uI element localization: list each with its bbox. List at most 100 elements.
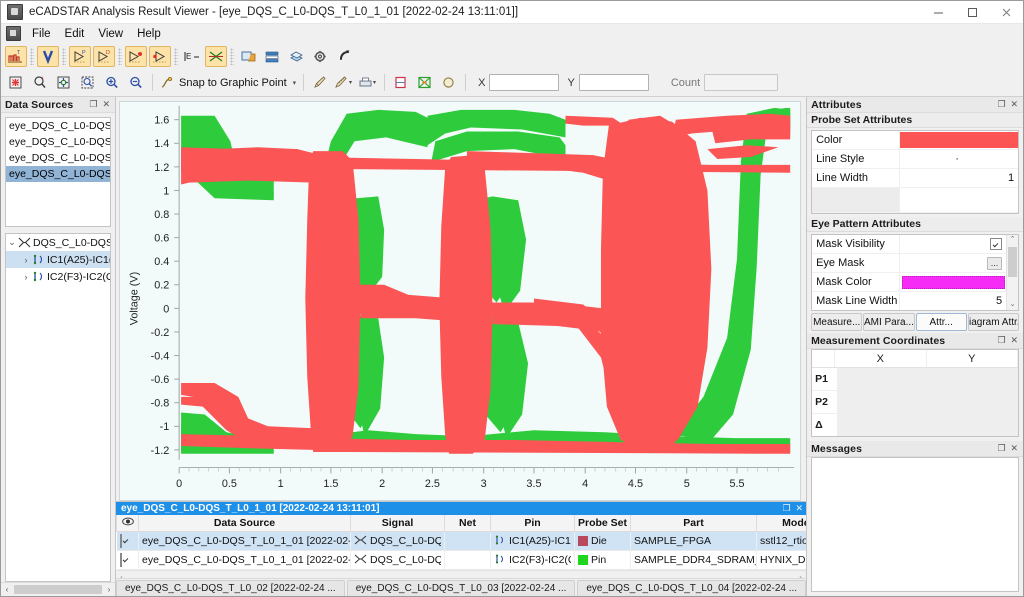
layers-view-icon[interactable]: [285, 46, 307, 67]
data-sources-close-icon[interactable]: ✕: [102, 99, 110, 110]
eye-diagram-plot-area[interactable]: 1.6 1.4 1.2 1 0.8 0.6 0.4 0.2 0 -0.2 -0.…: [116, 97, 806, 501]
column-header-signal[interactable]: Signal: [351, 515, 445, 532]
eye-pattern-attributes-table[interactable]: Mask Visibility Eye Mask ... Mask Color: [811, 234, 1019, 311]
dock-close-icon[interactable]: ✕: [796, 503, 804, 514]
eye-mask-browse-button[interactable]: ...: [987, 257, 1002, 270]
attr-value-mask-line-width[interactable]: 5: [900, 292, 1018, 310]
chevron-down-icon[interactable]: ▾: [293, 79, 297, 87]
probe-p-diagram-icon[interactable]: P: [69, 46, 91, 67]
attr-row-mask-color[interactable]: Mask Color: [812, 273, 1018, 292]
data-sources-list[interactable]: eye_DQS_C_L0-DQS_T_L... eye_DQS_C_L0-DQS…: [5, 117, 111, 227]
measurement-p1-y[interactable]: [928, 368, 1018, 390]
list-item[interactable]: eye_DQS_C_L0-DQS_T_L...: [6, 134, 110, 150]
zoom-select-icon[interactable]: !: [29, 72, 51, 93]
measurement-coordinates-table[interactable]: X Y P1 P2 Δ: [811, 349, 1019, 437]
mask-visibility-checkbox[interactable]: [990, 238, 1002, 250]
pan-icon[interactable]: [53, 72, 75, 93]
minimize-button[interactable]: [921, 1, 955, 23]
data-sources-float-icon[interactable]: ❐: [89, 99, 97, 110]
column-header-part[interactable]: Part: [631, 515, 757, 532]
measurement-p2-y[interactable]: [928, 391, 1018, 413]
mask-color-swatch[interactable]: [902, 276, 1005, 289]
attr-row-mask-line-width[interactable]: Mask Line Width 5: [812, 292, 1018, 310]
measurement-row-p1[interactable]: P1: [812, 368, 1018, 391]
probe-d-diagram-icon[interactable]: D: [93, 46, 115, 67]
row-visibility-checkbox[interactable]: [117, 551, 139, 570]
close-button[interactable]: [989, 1, 1023, 23]
attr-value-eye-mask[interactable]: ...: [900, 254, 1018, 272]
measure-ruler-icon[interactable]: [333, 72, 355, 93]
scroll-left-arrow-icon[interactable]: ‹: [1, 585, 13, 594]
fit-all-icon[interactable]: [5, 72, 27, 93]
attr-value-line-width[interactable]: 1: [900, 169, 1018, 187]
attributes-float-icon[interactable]: ❐: [997, 99, 1005, 110]
attr-value-mask-color[interactable]: [900, 273, 1018, 291]
measurement-row-delta[interactable]: Δ: [812, 414, 1018, 436]
measurement-float-icon[interactable]: ❐: [997, 335, 1005, 346]
measurement-row-p2[interactable]: P2: [812, 391, 1018, 414]
undo-icon[interactable]: [333, 46, 355, 67]
scroll-thumb[interactable]: [1008, 247, 1017, 277]
attr-row-eye-mask[interactable]: Eye Mask ...: [812, 254, 1018, 273]
gear-icon[interactable]: [309, 46, 331, 67]
tab-measure[interactable]: Measure...: [811, 313, 862, 331]
tab-diagram-attributes[interactable]: Diagram Attr...: [968, 313, 1019, 331]
scroll-down-arrow-icon[interactable]: ⌄: [1010, 300, 1016, 310]
list-item-selected[interactable]: eye_DQS_C_L0-DQS_T_L...: [6, 166, 110, 182]
table-row[interactable]: eye_DQS_C_L0-DQS_T_L0_1_01 [2022-02-24 1…: [117, 532, 881, 551]
row-visibility-checkbox[interactable]: [117, 532, 139, 551]
eye-diagram-canvas[interactable]: 1.6 1.4 1.2 1 0.8 0.6 0.4 0.2 0 -0.2 -0.…: [119, 101, 801, 501]
measurement-p2-x[interactable]: [838, 391, 928, 413]
attr-value-color[interactable]: [900, 131, 1018, 149]
visibility-column-header[interactable]: [117, 515, 139, 532]
tree-item-probe-ic1[interactable]: › IC1(A25)-IC1(A2: [6, 251, 110, 268]
data-sources-hscrollbar[interactable]: ‹ ›: [1, 582, 115, 596]
eye-measure-icon[interactable]: E: [181, 46, 203, 67]
menu-file[interactable]: File: [25, 26, 58, 42]
measurement-p1-x[interactable]: [838, 368, 928, 390]
mask-eye-icon[interactable]: [414, 72, 436, 93]
x-coordinate-input[interactable]: [489, 74, 559, 91]
measurement-delta-x[interactable]: [838, 414, 928, 436]
column-header-net[interactable]: Net: [445, 515, 491, 532]
zoom-out-icon[interactable]: [125, 72, 147, 93]
data-sources-tree[interactable]: ⌄ DQS_C_L0-DQS_T_L › IC1(A25)-IC1(A2 ›: [5, 233, 111, 582]
messages-float-icon[interactable]: ❐: [997, 443, 1005, 454]
tree-item-probe-ic2[interactable]: › IC2(F3)-IC2(G3): [6, 268, 110, 285]
print-layout-icon[interactable]: [357, 72, 379, 93]
snap-mode-dropdown[interactable]: Snap to Graphic Point ▾: [157, 72, 299, 94]
attr-row-line-width[interactable]: Line Width 1: [812, 169, 1018, 188]
probe-out-diagram-icon[interactable]: [125, 46, 147, 67]
chevron-right-icon[interactable]: ›: [20, 272, 32, 282]
tab-attributes[interactable]: Attr...: [916, 313, 967, 331]
probe-set-attributes-table[interactable]: Color Line Style · Line Width 1: [811, 130, 1019, 214]
scroll-up-arrow-icon[interactable]: ⌃: [1010, 235, 1016, 245]
attr-row-line-style[interactable]: Line Style ·: [812, 150, 1018, 169]
attr-value-mask-visibility[interactable]: [900, 235, 1018, 253]
zoom-in-icon[interactable]: [101, 72, 123, 93]
messages-close-icon[interactable]: ✕: [1011, 443, 1019, 454]
menu-help[interactable]: Help: [130, 26, 168, 42]
measurement-close-icon[interactable]: ✕: [1011, 335, 1019, 346]
result-grid[interactable]: Data Source Signal Net Pin Probe Set Par…: [116, 515, 806, 578]
tab-eye-l0-02[interactable]: eye_DQS_C_L0-DQS_T_L0_02 [2022-02-24 ...: [116, 580, 345, 596]
attributes-close-icon[interactable]: ✕: [1011, 99, 1019, 110]
y-coordinate-input[interactable]: [579, 74, 649, 91]
probe-in-diagram-icon[interactable]: [149, 46, 171, 67]
zoom-window-icon[interactable]: [77, 72, 99, 93]
mask-rect-icon[interactable]: [390, 72, 412, 93]
tab-eye-l0-04[interactable]: eye_DQS_C_L0-DQS_T_L0_04 [2022-02-24 ...: [577, 580, 806, 596]
tab-ami-parameters[interactable]: AMI Para...: [863, 313, 914, 331]
list-item[interactable]: eye_DQS_C_L0-DQS_T_L...: [6, 118, 110, 134]
measure-pencil-icon[interactable]: [309, 72, 331, 93]
measurement-delta-y[interactable]: [928, 414, 1018, 436]
eye-diagram-icon[interactable]: [205, 46, 227, 67]
voltage-waveform-icon[interactable]: [37, 46, 59, 67]
chevron-right-icon[interactable]: ›: [20, 255, 32, 265]
column-header-pin[interactable]: Pin: [491, 515, 575, 532]
stack-view-icon[interactable]: [237, 46, 259, 67]
dock-float-icon[interactable]: ❐: [782, 503, 790, 514]
attr-row-mask-visibility[interactable]: Mask Visibility: [812, 235, 1018, 254]
messages-content[interactable]: [811, 457, 1019, 592]
list-item[interactable]: eye_DQS_C_L0-DQS_T_L...: [6, 150, 110, 166]
